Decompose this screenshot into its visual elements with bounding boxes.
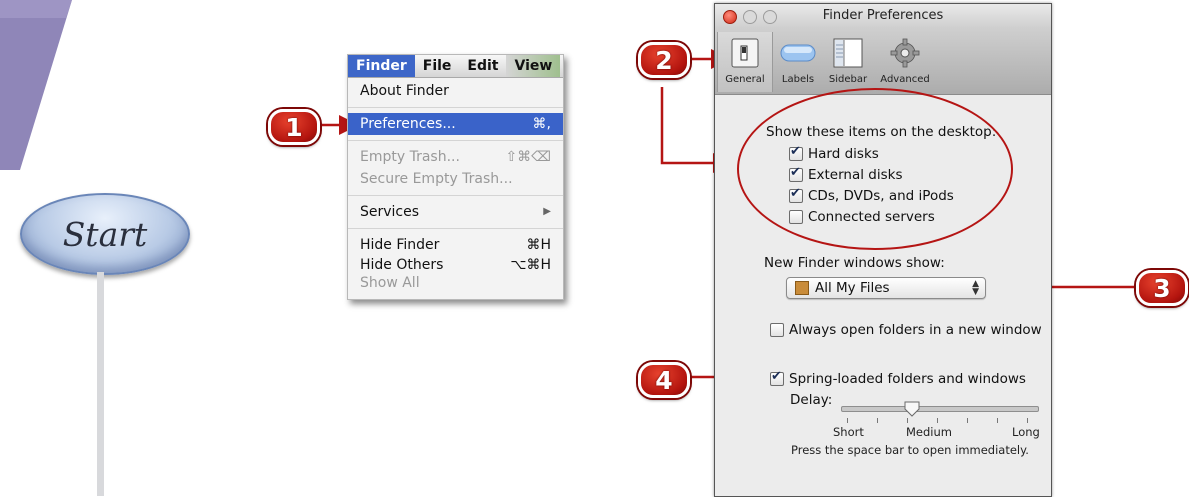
secure-empty-trash-label: Secure Empty Trash... bbox=[360, 171, 513, 187]
slider-tick bbox=[1027, 418, 1028, 423]
menu-separator bbox=[348, 195, 563, 196]
menu-item-show-all: Show All bbox=[348, 274, 563, 292]
checkbox-box[interactable] bbox=[770, 369, 784, 386]
preferences-shortcut: ⌘, bbox=[532, 116, 551, 132]
delay-medium-label: Medium bbox=[906, 425, 952, 439]
hide-finder-shortcut: ⌘H bbox=[526, 237, 551, 253]
tab-advanced[interactable]: Advanced bbox=[875, 32, 935, 85]
delay-slider[interactable] bbox=[841, 401, 1039, 417]
menu-item-empty-trash: Empty Trash... ⇧⌘⌫ bbox=[348, 146, 563, 168]
hide-finder-label: Hide Finder bbox=[360, 237, 440, 253]
menu-separator bbox=[348, 228, 563, 229]
tab-sidebar-label: Sidebar bbox=[828, 74, 868, 85]
delay-label-text: Delay: bbox=[790, 392, 833, 408]
space-bar-hint: Press the space bar to open immediately. bbox=[791, 443, 1029, 457]
slider-tick bbox=[847, 418, 848, 423]
new-window-label: New Finder windows show: bbox=[764, 255, 945, 271]
slider-thumb[interactable] bbox=[904, 401, 920, 417]
delay-short-label: Short bbox=[833, 425, 864, 439]
slider-tick bbox=[877, 418, 878, 423]
menu-item-about[interactable]: About Finder bbox=[348, 80, 563, 102]
step-marker-3: 3 bbox=[1136, 270, 1188, 306]
menu-finder[interactable]: Finder bbox=[348, 55, 415, 77]
menu-bar: Finder File Edit View bbox=[348, 55, 563, 78]
slider-tick bbox=[967, 418, 968, 423]
highlight-oval bbox=[737, 88, 1013, 250]
popup-arrows-icon: ▲ ▼ bbox=[972, 279, 979, 297]
window-titlebar: Finder Preferences bbox=[715, 4, 1051, 28]
menu-edit[interactable]: Edit bbox=[459, 55, 506, 77]
checkbox-always-open[interactable]: Always open folders in a new window bbox=[770, 322, 1042, 338]
spring-loaded-label: Spring-loaded folders and windows bbox=[789, 371, 1026, 387]
slider-tick bbox=[997, 418, 998, 423]
general-switch-icon bbox=[731, 38, 759, 68]
show-all-label: Show All bbox=[360, 275, 420, 291]
always-open-label: Always open folders in a new window bbox=[789, 322, 1042, 338]
menu-file[interactable]: File bbox=[415, 55, 460, 77]
checkbox-spring-loaded[interactable]: Spring-loaded folders and windows bbox=[770, 369, 1026, 387]
new-window-popup[interactable]: All My Files ▲ ▼ bbox=[786, 277, 986, 299]
slider-tick bbox=[937, 418, 938, 423]
all-my-files-icon bbox=[795, 281, 809, 295]
delay-ticks bbox=[847, 418, 1029, 423]
new-window-label-text: New Finder windows show: bbox=[764, 255, 945, 271]
tab-advanced-label: Advanced bbox=[880, 74, 930, 85]
prefs-toolbar: General Labels Sidebar Advanced bbox=[715, 28, 1051, 95]
finder-preferences-window: Finder Preferences General Labels Sideba… bbox=[714, 3, 1052, 497]
empty-trash-shortcut: ⇧⌘⌫ bbox=[505, 149, 551, 165]
labels-tag-icon bbox=[780, 44, 816, 62]
menu-item-hide-finder[interactable]: Hide Finder ⌘H bbox=[348, 234, 563, 256]
delay-label: Delay: bbox=[790, 392, 832, 408]
checkbox-box[interactable] bbox=[770, 323, 784, 337]
slider-tick bbox=[907, 418, 908, 423]
submenu-arrow-icon: ▶ bbox=[543, 206, 551, 217]
empty-trash-label: Empty Trash... bbox=[360, 149, 460, 165]
menu-separator bbox=[348, 140, 563, 141]
gear-icon bbox=[890, 38, 920, 68]
menu-item-secure-empty-trash: Secure Empty Trash... bbox=[348, 168, 563, 190]
menu-item-about-label: About Finder bbox=[360, 83, 449, 99]
slider-track bbox=[841, 406, 1039, 412]
services-label: Services bbox=[360, 204, 420, 220]
menu-separator bbox=[348, 107, 563, 108]
tab-general[interactable]: General bbox=[717, 32, 773, 92]
new-window-value: All My Files bbox=[815, 280, 890, 296]
finder-menu: Finder File Edit View About Finder Prefe… bbox=[347, 54, 564, 300]
step-marker-4: 4 bbox=[638, 362, 690, 398]
step-marker-2: 2 bbox=[638, 42, 690, 78]
menu-item-hide-others[interactable]: Hide Others ⌥⌘H bbox=[348, 256, 563, 274]
step-marker-1: 1 bbox=[268, 109, 320, 145]
tab-labels[interactable]: Labels bbox=[775, 32, 821, 85]
minimize-button[interactable] bbox=[743, 10, 757, 24]
close-button[interactable] bbox=[723, 10, 737, 24]
hide-others-shortcut: ⌥⌘H bbox=[510, 257, 551, 273]
tab-labels-label: Labels bbox=[781, 74, 815, 85]
zoom-button[interactable] bbox=[763, 10, 777, 24]
hide-others-label: Hide Others bbox=[360, 257, 444, 273]
tab-general-label: General bbox=[725, 74, 765, 85]
delay-long-label: Long bbox=[1012, 425, 1040, 439]
menu-item-preferences[interactable]: Preferences... ⌘, bbox=[348, 113, 563, 135]
sidebar-panel-icon bbox=[833, 38, 863, 68]
tab-sidebar[interactable]: Sidebar bbox=[825, 32, 871, 85]
menu-item-services[interactable]: Services ▶ bbox=[348, 201, 563, 223]
preferences-label: Preferences... bbox=[360, 116, 456, 132]
menu-view[interactable]: View bbox=[506, 55, 561, 77]
